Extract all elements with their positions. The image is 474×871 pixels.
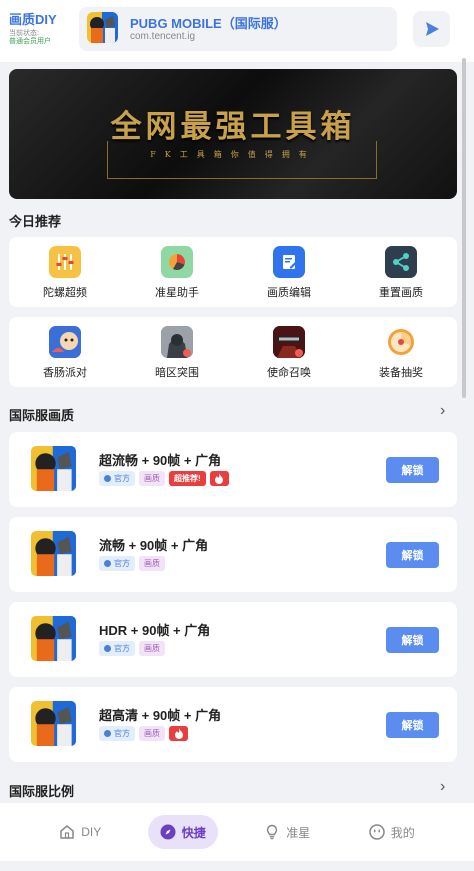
tab-label: DIY	[81, 825, 102, 839]
intl-quality-more-chevron[interactable]: ›	[440, 402, 445, 420]
tool-label: 重置画质	[379, 287, 423, 299]
check-dot-icon	[104, 730, 111, 737]
tool-gear-lottery[interactable]: 装备抽奖	[345, 317, 457, 387]
prize-wheel-icon	[385, 326, 417, 358]
tool-quality-editor[interactable]: 画质编辑	[233, 237, 345, 307]
play-triangle-icon	[425, 22, 439, 36]
official-tag: 官方	[99, 556, 135, 571]
config-tags: 官方 画质	[99, 726, 188, 741]
unlock-button[interactable]: 解锁	[386, 542, 439, 568]
bottom-tab-bar: DIY 快捷 准星 我的	[0, 803, 474, 861]
config-tags: 官方 画质	[99, 556, 165, 571]
tools-row-1: 陀螺超频 准星助手 画质编辑 重置画质	[9, 237, 457, 307]
game-label: 暗区突围	[155, 367, 199, 379]
intl-ratio-more-chevron[interactable]: ›	[440, 778, 445, 796]
unlock-button[interactable]: 解锁	[386, 627, 439, 653]
tab-crosshair[interactable]: 准星	[252, 815, 322, 849]
tab-label: 我的	[390, 825, 415, 840]
game-selector[interactable]: PUBG MOBILE（国际服） com.tencent.ig	[79, 7, 397, 51]
app-header: 画质DIY 当前状态: 普通会员用户 PUBG MOBILE（国际服） com.…	[0, 0, 474, 62]
tool-label: 装备抽奖	[379, 367, 423, 379]
tool-label: 准星助手	[155, 287, 199, 299]
game-sausage-party[interactable]: 香肠派对	[9, 317, 121, 387]
pubg-game-icon	[31, 446, 76, 491]
config-title: HDR + 90帧 + 广角	[99, 623, 211, 638]
config-title: 流畅 + 90帧 + 广角	[99, 538, 209, 553]
tab-label: 准星	[286, 825, 311, 840]
intl-ratio-section-title: 国际服比例	[9, 784, 75, 799]
banner-subtitle: FK工具箱你值得拥有	[150, 150, 316, 159]
fire-icon	[209, 471, 229, 486]
quality-config-card[interactable]: HDR + 90帧 + 广角 官方 画质 解锁	[9, 602, 457, 677]
config-tags: 官方 画质 超推荐!	[99, 471, 229, 486]
tab-quick[interactable]: 快捷	[147, 815, 218, 849]
home-icon	[59, 824, 75, 840]
tool-crosshair-assistant[interactable]: 准星助手	[121, 237, 233, 307]
brand-block: 画质DIY 当前状态: 普通会员用户	[9, 9, 57, 46]
intl-quality-section-title: 国际服画质	[9, 408, 75, 423]
game-call-of-duty[interactable]: 使命召唤	[233, 317, 345, 387]
smiley-face-icon	[368, 824, 385, 840]
pubg-game-icon	[31, 616, 76, 661]
config-title: 超流畅 + 90帧 + 广角	[99, 453, 222, 468]
sausage-party-game-icon	[49, 326, 81, 358]
official-tag: 官方	[99, 471, 135, 486]
quality-tag: 画质	[139, 641, 165, 656]
check-dot-icon	[104, 560, 111, 567]
banner-title: 全网最强工具箱	[110, 109, 356, 145]
fire-icon	[169, 726, 188, 741]
config-tags: 官方 画质	[99, 641, 165, 656]
unlock-button[interactable]: 解锁	[386, 457, 439, 483]
game-arena-breakout[interactable]: 暗区突围	[121, 317, 233, 387]
official-tag: 官方	[99, 726, 135, 741]
quality-tag: 画质	[139, 726, 165, 741]
check-dot-icon	[104, 475, 111, 482]
tab-diy[interactable]: DIY	[47, 815, 113, 849]
check-dot-icon	[104, 645, 111, 652]
quality-config-card[interactable]: 超高清 + 90帧 + 广角 官方 画质 解锁	[9, 687, 457, 762]
game-name: PUBG MOBILE（国际服）	[130, 16, 287, 31]
lightbulb-icon	[264, 824, 280, 840]
brand-title: 画质DIY	[9, 12, 57, 27]
page-scrollbar[interactable]	[462, 58, 466, 398]
status-label: 当前状态:	[9, 30, 39, 37]
game-label: 香肠派对	[43, 367, 87, 379]
tab-profile[interactable]: 我的	[357, 815, 427, 849]
unlock-button[interactable]: 解锁	[386, 712, 439, 738]
quality-config-card[interactable]: 流畅 + 90帧 + 广角 官方 画质 解锁	[9, 517, 457, 592]
edit-document-icon	[273, 246, 305, 278]
game-label: 使命召唤	[267, 367, 311, 379]
pubg-game-icon	[31, 531, 76, 576]
member-label: 普通会员用户	[9, 38, 51, 45]
sliders-icon	[49, 246, 81, 278]
tool-label: 陀螺超频	[43, 287, 87, 299]
tool-label: 画质编辑	[267, 287, 311, 299]
recommend-tag: 超推荐!	[169, 471, 206, 486]
banner-frame	[107, 141, 377, 179]
call-of-duty-game-icon	[273, 326, 305, 358]
pie-chart-icon	[161, 246, 193, 278]
config-title: 超高清 + 90帧 + 广角	[99, 708, 222, 723]
share-icon	[385, 246, 417, 278]
tool-reset-quality[interactable]: 重置画质	[345, 237, 457, 307]
pubg-game-icon	[87, 12, 118, 43]
quality-tag: 画质	[139, 556, 165, 571]
official-tag: 官方	[99, 641, 135, 656]
tools-row-2: 香肠派对 暗区突围 使命召唤 装备抽奖	[9, 317, 457, 387]
game-package: com.tencent.ig	[130, 31, 196, 42]
tool-gyro-overclock[interactable]: 陀螺超频	[9, 237, 121, 307]
promo-banner[interactable]: 全网最强工具箱 FK工具箱你值得拥有	[9, 69, 457, 199]
quality-config-card[interactable]: 超流畅 + 90帧 + 广角 官方 画质 超推荐! 解锁	[9, 432, 457, 507]
quality-tag: 画质	[139, 471, 165, 486]
launch-game-button[interactable]	[413, 11, 450, 47]
pubg-game-icon	[31, 701, 76, 746]
compass-icon	[160, 824, 176, 840]
tab-label: 快捷	[181, 825, 206, 840]
arena-breakout-game-icon	[161, 326, 193, 358]
today-section-title: 今日推荐	[9, 214, 62, 229]
